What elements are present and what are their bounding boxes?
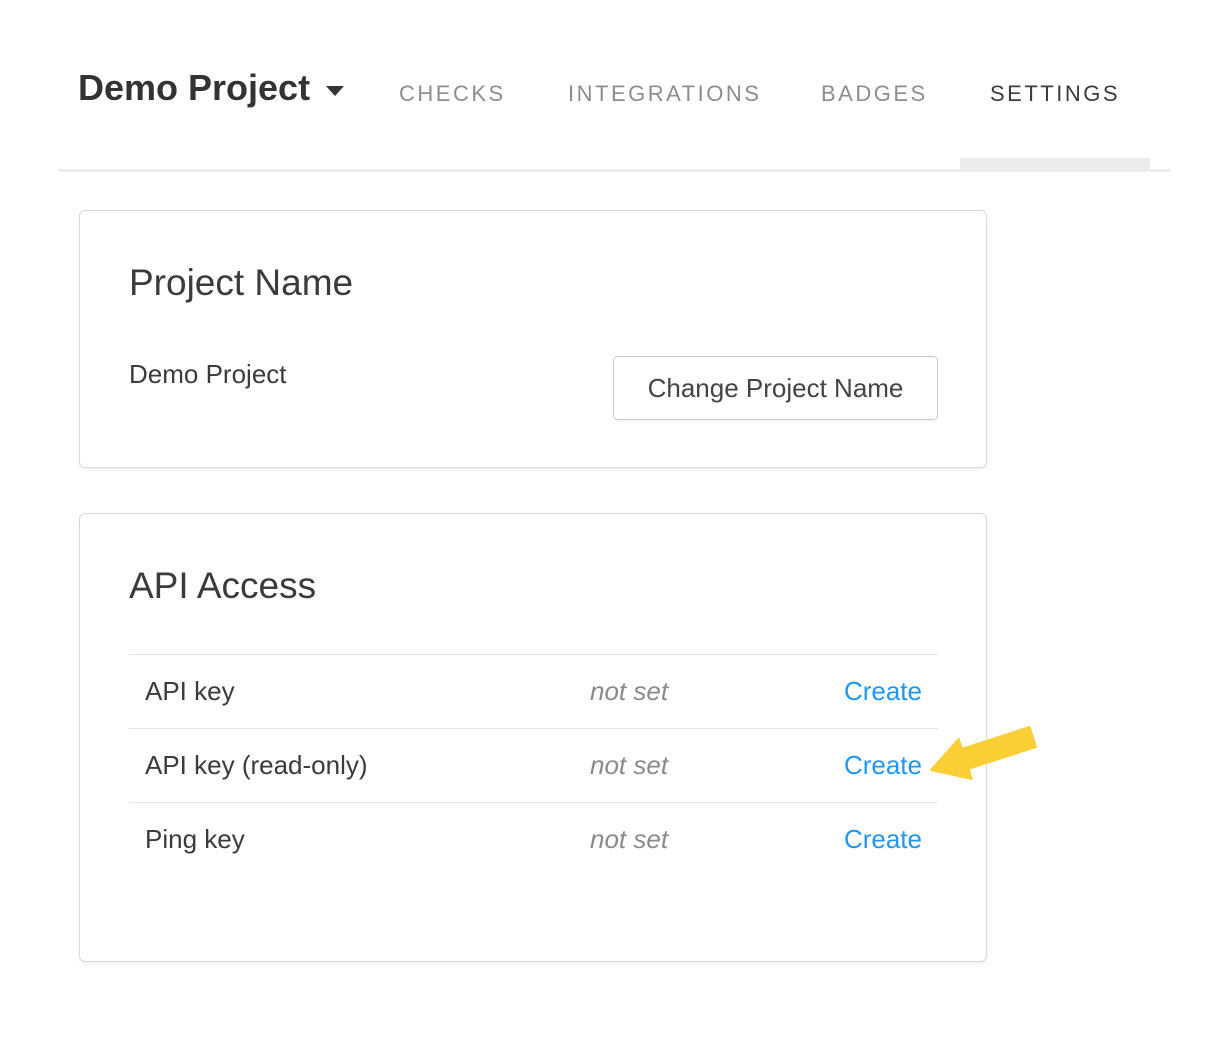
tab-integrations[interactable]: INTEGRATIONS	[568, 82, 761, 106]
api-key-value: not set	[590, 676, 844, 707]
change-project-name-button[interactable]: Change Project Name	[613, 356, 938, 420]
project-name-card: Project Name Demo Project Change Project…	[79, 210, 987, 468]
tab-checks[interactable]: CHECKS	[399, 82, 506, 106]
current-project-name: Demo Project	[129, 359, 287, 389]
api-key-readonly-value: not set	[590, 750, 844, 781]
ping-key-label: Ping key	[145, 824, 590, 855]
project-name-card-title: Project Name	[129, 263, 353, 303]
ping-key-value: not set	[590, 824, 844, 855]
api-key-create-link[interactable]: Create	[844, 676, 922, 707]
project-switcher[interactable]: Demo Project	[78, 70, 344, 106]
api-key-label: API key	[145, 676, 590, 707]
api-key-readonly-create-link[interactable]: Create	[844, 750, 922, 781]
api-key-readonly-label: API key (read-only)	[145, 750, 590, 781]
api-access-card-title: API Access	[129, 566, 316, 606]
project-switcher-label: Demo Project	[78, 70, 310, 106]
nav-divider	[58, 169, 1170, 172]
tab-badges[interactable]: BADGES	[821, 82, 928, 106]
chevron-down-icon	[326, 86, 344, 96]
api-key-readonly-row: API key (read-only) not set Create	[129, 728, 938, 802]
api-access-card: API Access API key not set Create API ke…	[79, 513, 987, 962]
ping-key-create-link[interactable]: Create	[844, 824, 922, 855]
api-key-row: API key not set Create	[129, 654, 938, 728]
api-keys-table: API key not set Create API key (read-onl…	[129, 654, 938, 876]
tab-settings[interactable]: SETTINGS	[990, 82, 1120, 106]
ping-key-row: Ping key not set Create	[129, 802, 938, 876]
settings-page: Demo Project CHECKS INTEGRATIONS BADGES …	[0, 0, 1220, 1059]
